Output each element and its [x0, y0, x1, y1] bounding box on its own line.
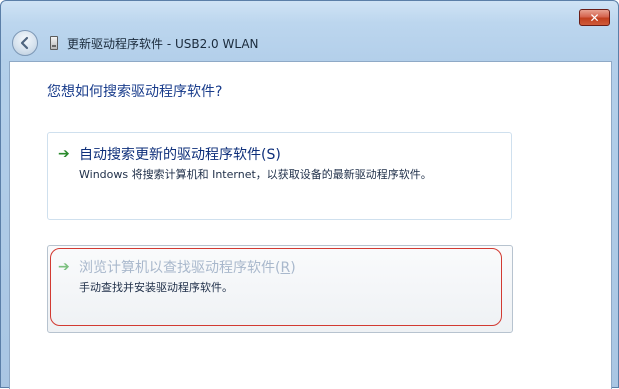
green-arrow-icon: ➔	[58, 259, 70, 275]
dialog-window: ✕ 更新驱动程序软件 - USB2.0 WLAN 您想如何搜索驱动程序软件? ➔…	[0, 0, 619, 389]
close-button[interactable]: ✕	[579, 9, 610, 26]
browse-computer-title: 浏览计算机以查找驱动程序软件(R)	[79, 257, 296, 277]
green-arrow-icon: ➔	[58, 146, 70, 162]
content-panel: 您想如何搜索驱动程序软件? ➔ 自动搜索更新的驱动程序软件(S) Windows…	[9, 61, 612, 389]
auto-search-description: Windows 将搜索计算机和 Internet，以获取设备的最新驱动程序软件。	[79, 168, 432, 181]
browse-computer-option[interactable]: ➔ 浏览计算机以查找驱动程序软件(R) 手动查找并安装驱动程序软件。	[47, 245, 513, 333]
back-button[interactable]	[12, 30, 38, 56]
browse-title-prefix: 浏览计算机以查找驱动程序软件(	[79, 260, 281, 276]
browse-title-accesskey: R	[280, 260, 291, 276]
close-icon: ✕	[589, 10, 600, 25]
back-arrow-icon	[20, 36, 29, 50]
page-question-heading: 您想如何搜索驱动程序软件?	[47, 84, 223, 100]
window-title: 更新驱动程序软件 - USB2.0 WLAN	[67, 37, 259, 51]
browse-computer-description: 手动查找并安装驱动程序软件。	[79, 281, 233, 294]
navigation-bar: 更新驱动程序软件 - USB2.0 WLAN	[9, 29, 612, 59]
usb-device-icon	[50, 36, 58, 50]
browse-title-suffix: )	[290, 260, 296, 276]
auto-search-option[interactable]: ➔ 自动搜索更新的驱动程序软件(S) Windows 将搜索计算机和 Inter…	[47, 132, 512, 220]
auto-search-title: 自动搜索更新的驱动程序软件(S)	[79, 147, 281, 163]
